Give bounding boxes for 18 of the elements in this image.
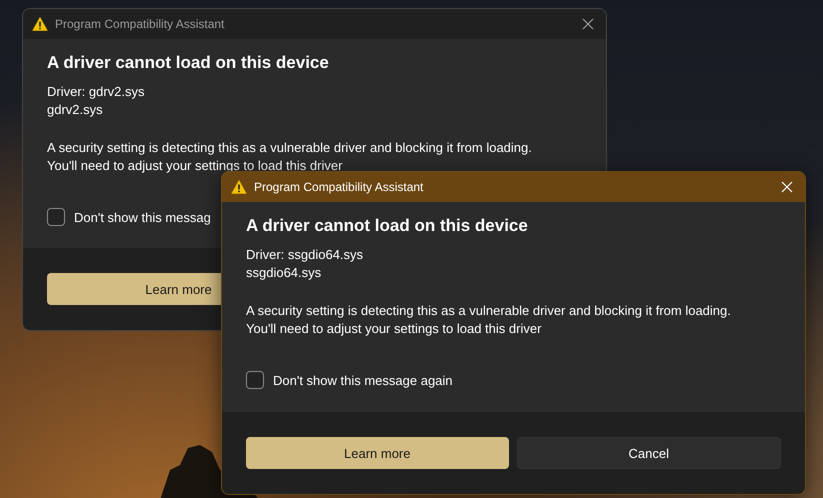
driver-name: Driver: gdrv2.sys bbox=[47, 83, 146, 101]
message-text: You'll need to adjust your settings to load this driver bbox=[246, 320, 542, 338]
checkbox[interactable] bbox=[246, 371, 264, 389]
message-text: A security setting is detecting this as a vulnerable driver and blocking it from loading. bbox=[246, 302, 732, 320]
checkbox-label: Don't show this message again bbox=[273, 372, 453, 388]
message-text: You'll need to adjust your settings to load this driver bbox=[47, 157, 344, 175]
window-title: Program Compatibility Assistant bbox=[254, 180, 424, 194]
driver-name: gdrv2.sys bbox=[47, 101, 104, 119]
message-text: A security setting is detecting this as a vulnerable driver and blocking it from loading. bbox=[47, 139, 533, 157]
learn-more-button[interactable]: Learn more bbox=[246, 437, 508, 469]
cancel-button[interactable]: Cancel bbox=[516, 437, 781, 469]
checkbox-label: Don't show this messag bbox=[74, 210, 211, 224]
driver-name: Driver: ssgdio64.sys bbox=[246, 246, 364, 264]
window-title: Program Compatibility Assistant bbox=[55, 17, 224, 31]
warning-icon bbox=[231, 179, 247, 195]
dialog-heading: A driver cannot load on this device bbox=[47, 52, 330, 74]
warning-icon bbox=[32, 16, 48, 32]
dialog-heading: A driver cannot load on this device bbox=[246, 215, 529, 237]
